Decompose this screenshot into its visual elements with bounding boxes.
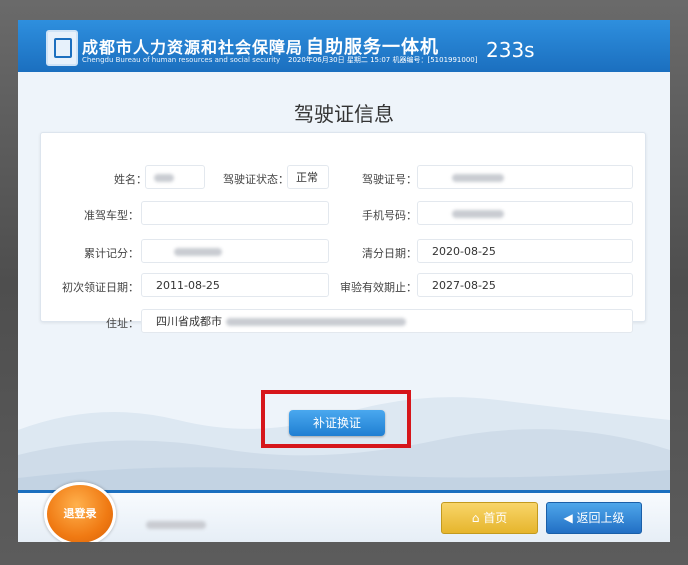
home-icon: ⌂ bbox=[471, 511, 484, 525]
phone-redacted bbox=[452, 210, 504, 218]
clear-date-label: 清分日期： bbox=[362, 247, 417, 260]
back-label: 返回上级 bbox=[576, 511, 625, 525]
user-info-redacted bbox=[146, 514, 206, 533]
bureau-logo-icon bbox=[46, 30, 78, 66]
license-status-label: 驾驶证状态： bbox=[223, 173, 289, 186]
first-issue-label: 初次领证日期： bbox=[62, 281, 139, 294]
home-label: 首页 bbox=[483, 511, 508, 525]
name-field bbox=[145, 165, 205, 189]
valid-until-label: 审验有效期止： bbox=[340, 281, 417, 294]
logout-button[interactable]: 退登录 bbox=[44, 482, 116, 542]
clear-date-field: 2020-08-25 bbox=[417, 239, 633, 263]
header-bar: 成都市人力资源和社会保障局 Chengdu Bureau of human re… bbox=[18, 20, 670, 72]
valid-until-field: 2027-08-25 bbox=[417, 273, 633, 297]
countdown-timer: 233s bbox=[486, 38, 535, 62]
license-no-label: 驾驶证号： bbox=[362, 173, 417, 186]
license-info-card: 姓名： 驾驶证状态： 正常 驾驶证号： 准驾车型： 手机号码： 累计记分： 清分… bbox=[40, 132, 646, 333]
kiosk-screen: 成都市人力资源和社会保障局 Chengdu Bureau of human re… bbox=[18, 20, 670, 542]
back-button[interactable]: ◀ 返回上级 bbox=[546, 502, 642, 534]
phone-label: 手机号码： bbox=[362, 209, 417, 222]
address-redacted bbox=[226, 318, 406, 326]
back-arrow-icon: ◀ bbox=[563, 511, 577, 525]
points-field bbox=[141, 239, 329, 263]
license-no-redacted bbox=[452, 174, 504, 182]
home-button[interactable]: ⌂ 首页 bbox=[441, 502, 538, 534]
points-redacted bbox=[174, 248, 222, 256]
license-status-field: 正常 bbox=[287, 165, 329, 189]
vehicle-type-field bbox=[141, 201, 329, 225]
address-label: 住址： bbox=[106, 317, 139, 330]
points-label: 累计记分： bbox=[84, 247, 139, 260]
org-name-en: Chengdu Bureau of human resources and so… bbox=[82, 56, 281, 64]
name-label: 姓名： bbox=[114, 173, 147, 186]
address-field: 四川省成都市 bbox=[141, 309, 633, 333]
phone-field bbox=[417, 201, 633, 225]
first-issue-field: 2011-08-25 bbox=[141, 273, 329, 297]
highlight-frame bbox=[261, 390, 411, 448]
license-no-field bbox=[417, 165, 633, 189]
date-machine-info: 2020年06月30日 星期二 15:07 机器编号：[5101991000] bbox=[288, 56, 478, 64]
address-value: 四川省成都市 bbox=[156, 315, 222, 328]
org-name: 成都市人力资源和社会保障局 bbox=[82, 38, 304, 57]
page-title: 驾驶证信息 bbox=[294, 102, 394, 126]
vehicle-type-label: 准驾车型： bbox=[84, 209, 139, 222]
name-redacted bbox=[154, 174, 174, 182]
user-redacted bbox=[146, 520, 206, 529]
